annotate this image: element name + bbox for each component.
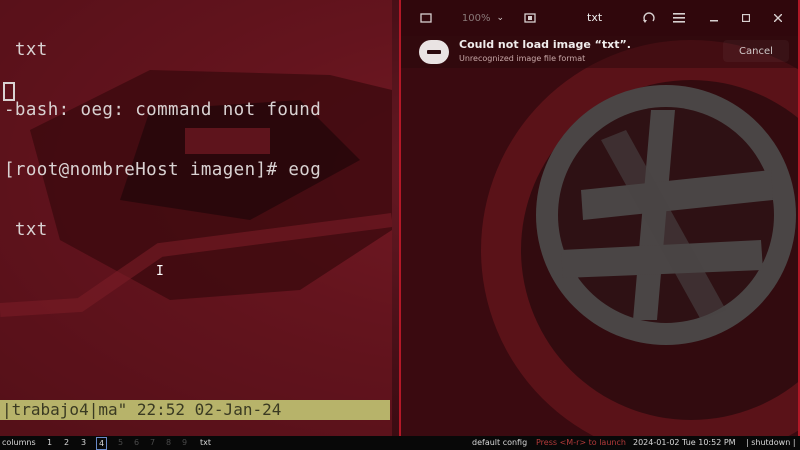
- gallery-icon[interactable]: [417, 8, 435, 28]
- image-viewer-window[interactable]: 100% ⌄ txt Could not load image “txt”. U…: [399, 0, 800, 436]
- terminal-output[interactable]: txt -bash: oeg: command not found [root@…: [4, 0, 390, 280]
- terminal-line: txt: [4, 40, 48, 60]
- terminal-line: -bash: oeg: command not found: [4, 100, 322, 120]
- slideshow-icon[interactable]: [521, 8, 539, 28]
- shutdown-button[interactable]: | shutdown |: [746, 436, 796, 450]
- active-window-title: txt: [200, 438, 212, 447]
- clock: 2024-01-02 Tue 10:52 PM: [633, 438, 736, 447]
- workspace-1[interactable]: 1: [47, 436, 52, 450]
- text-cursor-icon: I: [156, 264, 164, 279]
- zoom-level: 100%: [461, 12, 491, 24]
- cancel-button[interactable]: Cancel: [723, 40, 789, 62]
- terminal-cursor: [3, 82, 15, 101]
- terminal-line: [root@nombreHost imagen]# eog: [4, 160, 322, 180]
- workspace-3[interactable]: 3: [81, 436, 86, 450]
- close-icon[interactable]: [769, 8, 787, 28]
- window-title: txt: [587, 11, 603, 24]
- config-label: default config: [472, 438, 528, 447]
- viewer-header-bar: 100% ⌄ txt: [401, 0, 798, 36]
- menu-icon[interactable]: [667, 8, 691, 28]
- workspace-8[interactable]: 8: [166, 436, 171, 450]
- taskbar: columns 1 2 3 4 5 6 7 8 9 txt default co…: [0, 436, 800, 450]
- rotate-icon[interactable]: [637, 8, 661, 28]
- workspace-9[interactable]: 9: [182, 436, 187, 450]
- terminal-window[interactable]: txt -bash: oeg: command not found [root@…: [0, 0, 392, 436]
- workspace-4-active[interactable]: 4: [96, 437, 108, 450]
- error-detail: Unrecognized image file format: [459, 54, 586, 63]
- workspace-2[interactable]: 2: [64, 436, 69, 450]
- layout-label[interactable]: columns: [2, 436, 36, 450]
- workspace-7[interactable]: 7: [150, 436, 155, 450]
- zoom-selector[interactable]: 100% ⌄: [455, 8, 511, 28]
- minimize-icon[interactable]: [705, 8, 723, 28]
- workspace-5[interactable]: 5: [118, 436, 123, 450]
- error-title: Could not load image “txt”.: [459, 38, 631, 51]
- maximize-icon[interactable]: [737, 8, 755, 28]
- error-icon: [419, 40, 449, 64]
- chevron-down-icon: ⌄: [496, 13, 505, 23]
- workspace-6[interactable]: 6: [134, 436, 139, 450]
- tmux-status-bar: |trabajo4|ma" 22:52 02-Jan-24: [0, 400, 390, 420]
- error-infobar: Could not load image “txt”. Unrecognized…: [401, 36, 798, 68]
- launch-hint: Press <M-r> to launch: [536, 438, 626, 447]
- terminal-line: txt: [4, 220, 48, 240]
